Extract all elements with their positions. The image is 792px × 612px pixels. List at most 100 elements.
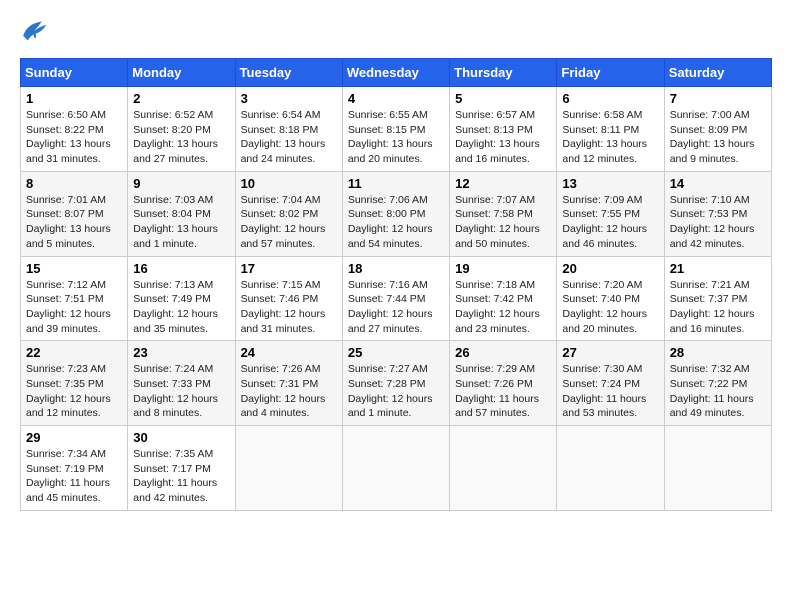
calendar-week-row: 8Sunrise: 7:01 AM Sunset: 8:07 PM Daylig… [21,171,772,256]
day-number: 4 [348,91,444,106]
calendar-day-cell [450,426,557,511]
calendar-day-cell [557,426,664,511]
day-number: 25 [348,345,444,360]
logo [20,20,52,42]
calendar-day-cell: 27 Sunrise: 7:30 AM Sunset: 7:24 PM Dayli… [557,341,664,426]
calendar-day-cell: 19 Sunrise: 7:18 AM Sunset: 7:42 PM Dayli… [450,256,557,341]
page-header [20,20,772,42]
weekday-header-cell: Thursday [450,59,557,87]
calendar-day-cell: 28 Sunrise: 7:32 AM Sunset: 7:22 PM Dayli… [664,341,771,426]
day-info: Sunrise: 7:27 AM Sunset: 7:28 PM Dayligh… [348,362,444,421]
day-info: Sunrise: 7:35 AM Sunset: 7:17 PM Dayligh… [133,447,229,506]
day-info: Sunrise: 7:12 AM Sunset: 7:51 PM Dayligh… [26,278,122,337]
day-info: Sunrise: 7:21 AM Sunset: 7:37 PM Dayligh… [670,278,766,337]
day-number: 18 [348,261,444,276]
day-info: Sunrise: 7:15 AM Sunset: 7:46 PM Dayligh… [241,278,337,337]
day-info: Sunrise: 7:06 AM Sunset: 8:00 PM Dayligh… [348,193,444,252]
day-number: 2 [133,91,229,106]
day-number: 30 [133,430,229,445]
day-number: 28 [670,345,766,360]
calendar-day-cell: 22Sunrise: 7:23 AM Sunset: 7:35 PM Dayli… [21,341,128,426]
day-info: Sunrise: 6:58 AM Sunset: 8:11 PM Dayligh… [562,108,658,167]
day-info: Sunrise: 7:30 AM Sunset: 7:24 PM Dayligh… [562,362,658,421]
day-info: Sunrise: 7:20 AM Sunset: 7:40 PM Dayligh… [562,278,658,337]
day-info: Sunrise: 6:50 AM Sunset: 8:22 PM Dayligh… [26,108,122,167]
day-info: Sunrise: 7:24 AM Sunset: 7:33 PM Dayligh… [133,362,229,421]
day-info: Sunrise: 7:32 AM Sunset: 7:22 PM Dayligh… [670,362,766,421]
day-info: Sunrise: 7:26 AM Sunset: 7:31 PM Dayligh… [241,362,337,421]
calendar-day-cell: 21 Sunrise: 7:21 AM Sunset: 7:37 PM Dayli… [664,256,771,341]
calendar-day-cell: 26Sunrise: 7:29 AM Sunset: 7:26 PM Dayli… [450,341,557,426]
day-number: 24 [241,345,337,360]
calendar-day-cell: 23 Sunrise: 7:24 AM Sunset: 7:33 PM Dayli… [128,341,235,426]
calendar-day-cell: 18 Sunrise: 7:16 AM Sunset: 7:44 PM Dayli… [342,256,449,341]
logo-bird-icon [20,20,48,42]
day-number: 13 [562,176,658,191]
calendar-week-row: 22Sunrise: 7:23 AM Sunset: 7:35 PM Dayli… [21,341,772,426]
calendar-day-cell: 16 Sunrise: 7:13 AM Sunset: 7:49 PM Dayli… [128,256,235,341]
day-info: Sunrise: 7:09 AM Sunset: 7:55 PM Dayligh… [562,193,658,252]
weekday-header-cell: Monday [128,59,235,87]
calendar-day-cell: 17 Sunrise: 7:15 AM Sunset: 7:46 PM Dayli… [235,256,342,341]
day-info: Sunrise: 7:03 AM Sunset: 8:04 PM Dayligh… [133,193,229,252]
day-number: 3 [241,91,337,106]
calendar-week-row: 29Sunrise: 7:34 AM Sunset: 7:19 PM Dayli… [21,426,772,511]
day-number: 6 [562,91,658,106]
calendar-day-cell [235,426,342,511]
day-info: Sunrise: 7:13 AM Sunset: 7:49 PM Dayligh… [133,278,229,337]
weekday-header-cell: Wednesday [342,59,449,87]
day-info: Sunrise: 7:01 AM Sunset: 8:07 PM Dayligh… [26,193,122,252]
day-number: 27 [562,345,658,360]
day-info: Sunrise: 7:07 AM Sunset: 7:58 PM Dayligh… [455,193,551,252]
day-number: 1 [26,91,122,106]
calendar-day-cell: 15Sunrise: 7:12 AM Sunset: 7:51 PM Dayli… [21,256,128,341]
day-number: 10 [241,176,337,191]
calendar-day-cell: 30 Sunrise: 7:35 AM Sunset: 7:17 PM Dayli… [128,426,235,511]
calendar-day-cell: 7Sunrise: 7:00 AM Sunset: 8:09 PM Daylig… [664,87,771,172]
weekday-header-cell: Saturday [664,59,771,87]
day-number: 17 [241,261,337,276]
calendar-week-row: 15Sunrise: 7:12 AM Sunset: 7:51 PM Dayli… [21,256,772,341]
day-info: Sunrise: 6:55 AM Sunset: 8:15 PM Dayligh… [348,108,444,167]
day-info: Sunrise: 7:18 AM Sunset: 7:42 PM Dayligh… [455,278,551,337]
calendar-day-cell: 9Sunrise: 7:03 AM Sunset: 8:04 PM Daylig… [128,171,235,256]
day-number: 11 [348,176,444,191]
day-number: 16 [133,261,229,276]
calendar-day-cell: 12 Sunrise: 7:07 AM Sunset: 7:58 PM Dayli… [450,171,557,256]
day-info: Sunrise: 7:29 AM Sunset: 7:26 PM Dayligh… [455,362,551,421]
day-number: 14 [670,176,766,191]
day-number: 20 [562,261,658,276]
weekday-header-cell: Sunday [21,59,128,87]
weekday-header-cell: Tuesday [235,59,342,87]
calendar-day-cell: 24 Sunrise: 7:26 AM Sunset: 7:31 PM Dayli… [235,341,342,426]
calendar-day-cell: 20 Sunrise: 7:20 AM Sunset: 7:40 PM Dayli… [557,256,664,341]
calendar-day-cell: 11 Sunrise: 7:06 AM Sunset: 8:00 PM Dayli… [342,171,449,256]
calendar-day-cell: 5 Sunrise: 6:57 AM Sunset: 8:13 PM Daylig… [450,87,557,172]
day-number: 19 [455,261,551,276]
calendar-day-cell: 3 Sunrise: 6:54 AM Sunset: 8:18 PM Daylig… [235,87,342,172]
calendar-week-row: 1 Sunrise: 6:50 AM Sunset: 8:22 PM Daylig… [21,87,772,172]
calendar-day-cell: 8Sunrise: 7:01 AM Sunset: 8:07 PM Daylig… [21,171,128,256]
day-number: 12 [455,176,551,191]
weekday-header-row: SundayMondayTuesdayWednesdayThursdayFrid… [21,59,772,87]
day-number: 29 [26,430,122,445]
calendar-day-cell: 4 Sunrise: 6:55 AM Sunset: 8:15 PM Daylig… [342,87,449,172]
day-info: Sunrise: 7:23 AM Sunset: 7:35 PM Dayligh… [26,362,122,421]
day-number: 5 [455,91,551,106]
calendar-day-cell: 10Sunrise: 7:04 AM Sunset: 8:02 PM Dayli… [235,171,342,256]
day-number: 23 [133,345,229,360]
day-info: Sunrise: 6:54 AM Sunset: 8:18 PM Dayligh… [241,108,337,167]
day-number: 7 [670,91,766,106]
calendar-day-cell: 29Sunrise: 7:34 AM Sunset: 7:19 PM Dayli… [21,426,128,511]
calendar-day-cell: 2Sunrise: 6:52 AM Sunset: 8:20 PM Daylig… [128,87,235,172]
day-number: 21 [670,261,766,276]
day-info: Sunrise: 7:16 AM Sunset: 7:44 PM Dayligh… [348,278,444,337]
calendar-table: SundayMondayTuesdayWednesdayThursdayFrid… [20,58,772,511]
calendar-day-cell [342,426,449,511]
calendar-day-cell [664,426,771,511]
calendar-day-cell: 6 Sunrise: 6:58 AM Sunset: 8:11 PM Daylig… [557,87,664,172]
day-info: Sunrise: 6:57 AM Sunset: 8:13 PM Dayligh… [455,108,551,167]
calendar-day-cell: 14Sunrise: 7:10 AM Sunset: 7:53 PM Dayli… [664,171,771,256]
calendar-day-cell: 13 Sunrise: 7:09 AM Sunset: 7:55 PM Dayli… [557,171,664,256]
calendar-day-cell: 1 Sunrise: 6:50 AM Sunset: 8:22 PM Daylig… [21,87,128,172]
